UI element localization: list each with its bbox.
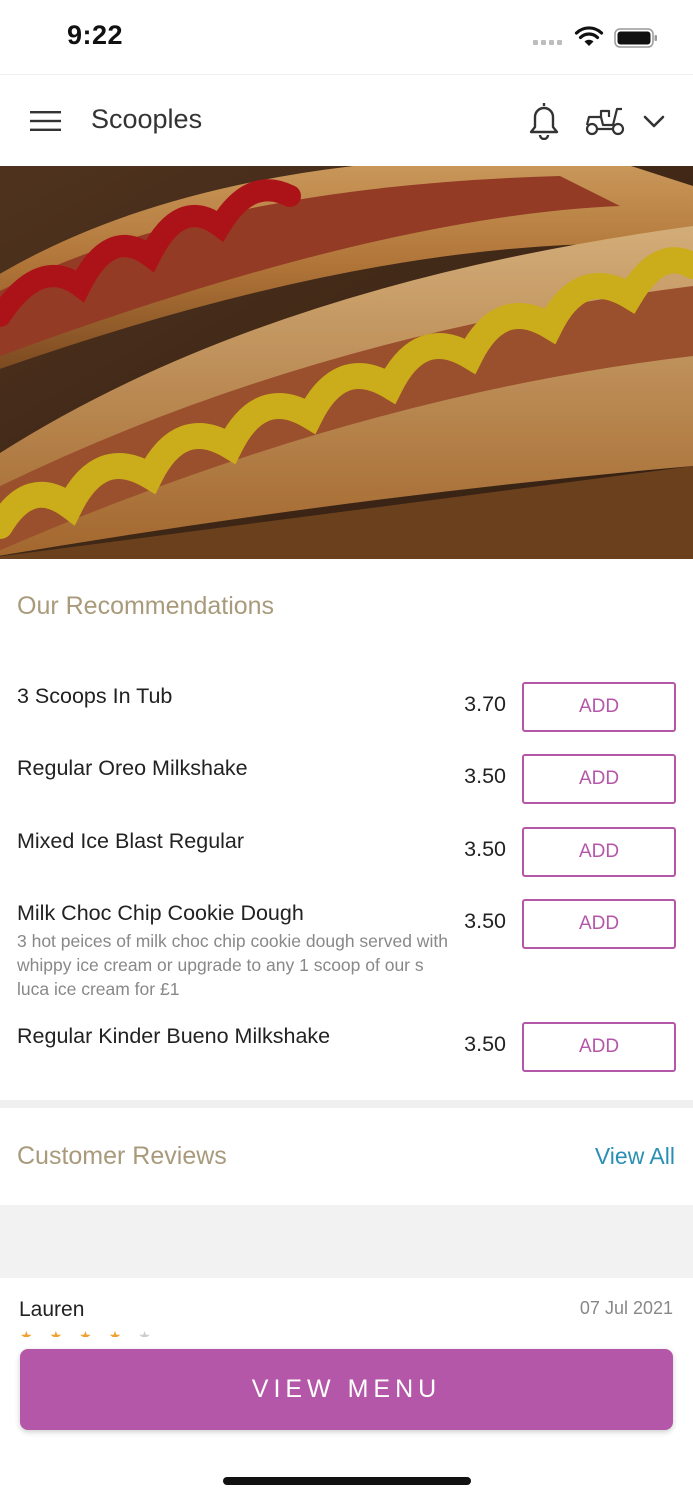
add-button[interactable]: ADD [522,827,676,877]
add-button[interactable]: ADD [522,1022,676,1072]
app-header: Scooples [0,74,693,166]
menu-item-name: Regular Oreo Milkshake [17,756,248,780]
scooter-icon[interactable] [584,103,626,137]
view-all-reviews-link[interactable]: View All [595,1143,675,1170]
cellular-signal-icon [533,40,562,45]
battery-icon [614,28,657,48]
star-icon: ★ [49,1328,63,1337]
bell-icon[interactable] [526,100,562,140]
wifi-icon [574,26,604,46]
app-title: Scooples [91,104,203,134]
home-indicator[interactable] [223,1477,471,1485]
hotdog-hero-image [0,166,693,559]
menu-item-price: 3.50 [464,909,506,933]
add-button[interactable]: ADD [522,682,676,732]
menu-item-description: 3 hot peices of milk choc chip cookie do… [17,931,448,999]
review-rating: ★ ★ ★ ★ ★ [20,1325,151,1337]
chevron-down-icon[interactable] [642,111,666,131]
add-button[interactable]: ADD [522,899,676,949]
status-bar: 9:22 [0,0,693,66]
reviews-title: Customer Reviews [17,1142,227,1170]
add-button[interactable]: ADD [522,754,676,804]
menu-item-name: Milk Choc Chip Cookie Dough [17,901,304,925]
star-empty-icon: ★ [138,1328,151,1337]
menu-item-price: 3.50 [464,837,506,861]
star-icon: ★ [79,1328,92,1337]
menu-icon[interactable] [30,109,61,133]
status-time: 9:22 [67,20,124,50]
star-icon: ★ [108,1328,122,1337]
reviewer-name: Lauren [19,1298,85,1321]
recommendations-title: Our Recommendations [17,592,275,620]
menu-item-price: 3.50 [464,764,506,788]
review-date: 07 Jul 2021 [579,1298,673,1318]
reviews-spacer [0,1205,693,1278]
menu-item-name: 3 Scoops In Tub [17,684,173,708]
view-menu-button[interactable]: VIEW MENU [20,1349,673,1430]
menu-item-price: 3.70 [464,692,506,716]
menu-item-price: 3.50 [464,1032,506,1056]
section-divider [0,1100,693,1108]
menu-item-name: Regular Kinder Bueno Milkshake [17,1024,331,1048]
menu-item-name: Mixed Ice Blast Regular [17,829,245,853]
star-icon: ★ [20,1328,33,1337]
